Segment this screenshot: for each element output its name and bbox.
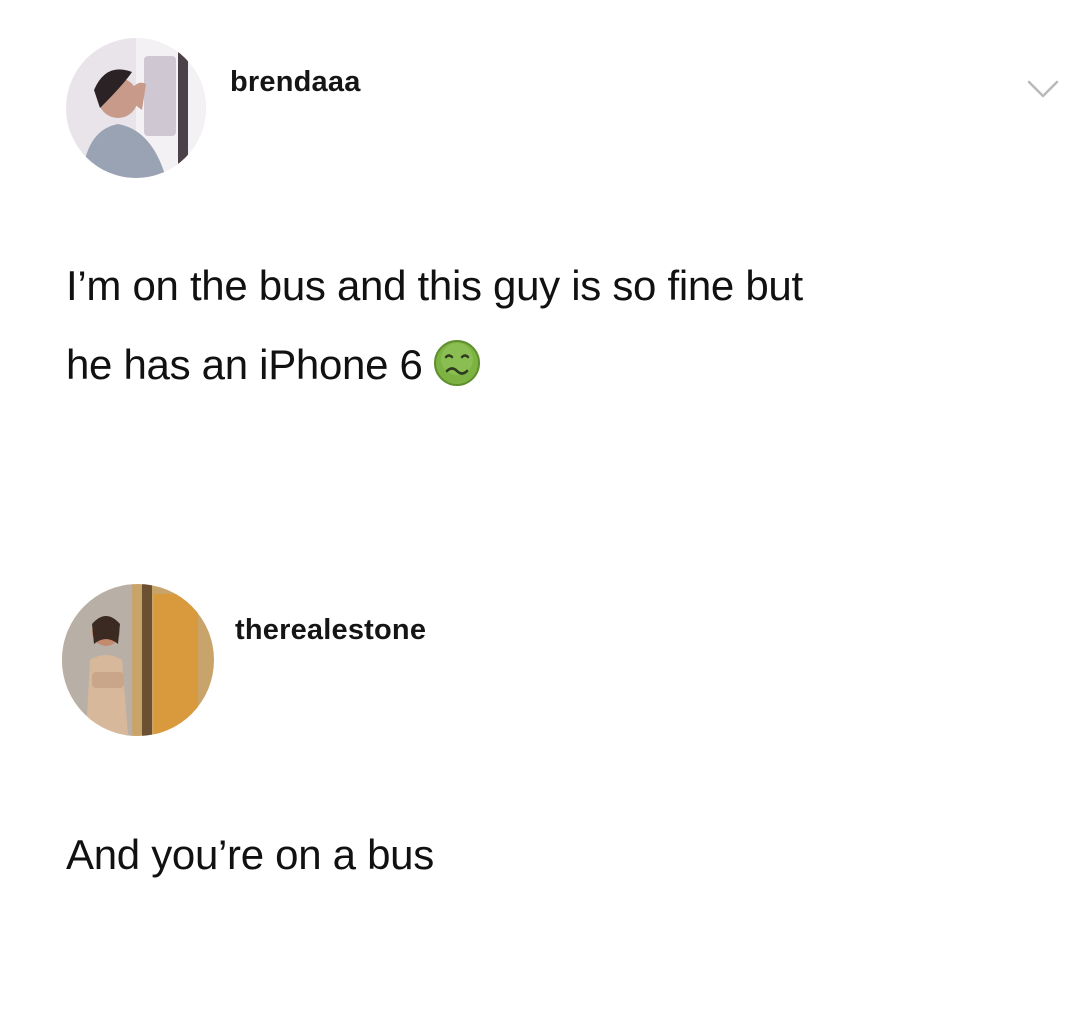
- username-therealestone[interactable]: therealestone: [235, 614, 426, 647]
- post-text-line: he has an iPhone 6: [66, 341, 423, 388]
- avatar-brendaaa[interactable]: [66, 38, 206, 178]
- nauseated-face-emoji: [433, 340, 480, 386]
- chevron-down-icon[interactable]: [1026, 78, 1060, 100]
- post-text-brendaaa: I’m on the bus and this guy is so fine b…: [66, 246, 1066, 404]
- username-brendaaa[interactable]: brendaaa: [230, 66, 361, 99]
- post-text-therealestone: And you’re on a bus: [66, 831, 434, 878]
- profile-photo-avatar: [66, 38, 206, 178]
- post-text-line-with-emoji: he has an iPhone 6: [66, 325, 1066, 404]
- profile-photo-avatar: [62, 584, 214, 736]
- avatar-therealestone[interactable]: [62, 584, 214, 736]
- post-text-line: I’m on the bus and this guy is so fine b…: [66, 262, 803, 309]
